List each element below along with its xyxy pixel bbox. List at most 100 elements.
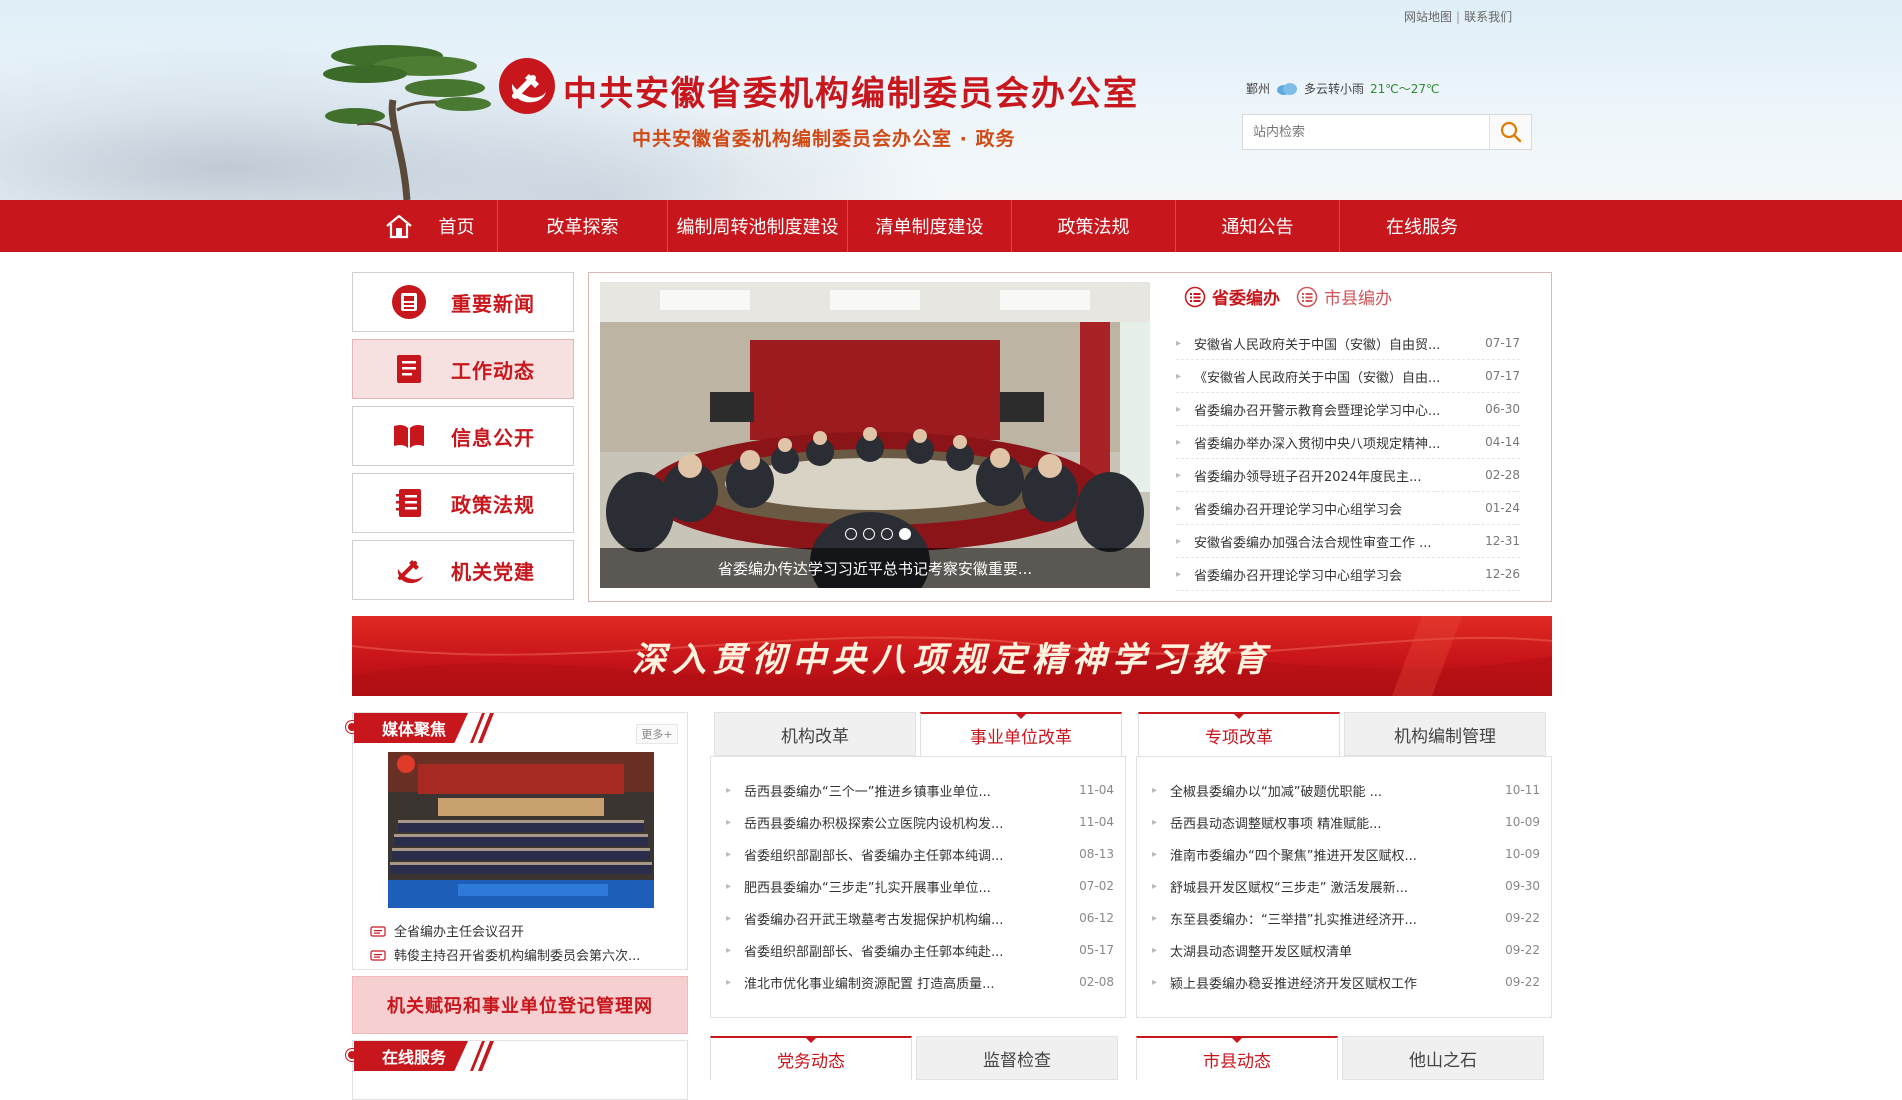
cat-important-news[interactable]: 重要新闻 (352, 272, 574, 332)
nav-staffing-pool[interactable]: 编制周转池制度建设 (668, 200, 848, 252)
bullet-icon: ▸ (1152, 816, 1158, 828)
tab-institutional-reform[interactable]: 机构改革 (714, 712, 916, 756)
tab-staffing-management[interactable]: 机构编制管理 (1344, 712, 1546, 756)
list-item[interactable]: ▸ 淮北市优化事业编制资源配置 打造高质量... 02-08 (726, 966, 1114, 998)
search-box (1242, 114, 1532, 150)
tab-supervision[interactable]: 监督检查 (916, 1036, 1118, 1080)
list-item[interactable]: ▸ 省委组织部副部长、省委编办主任郭本纯调... 08-13 (726, 838, 1114, 870)
news-title: 肥西县委编办“三步走”扎实开展事业单位... (744, 880, 991, 896)
news-title: 岳西县委编办积极探索公立医院内设机构发... (744, 816, 1004, 832)
news-title: 东至县委编办：“三举措”扎实推进经济开... (1170, 912, 1417, 928)
news-title: 太湖县动态调整开发区赋权清单 (1170, 944, 1353, 960)
party-affairs-panel-tabs: 党务动态 监督检查 (710, 1036, 1118, 1080)
news-date: 12-31 (1485, 534, 1520, 548)
list-item[interactable]: ▸ 岳西县动态调整赋权事项 精准赋能... 10-09 (1152, 806, 1540, 838)
bullet-icon: ▸ (1152, 880, 1158, 892)
media-item-title: 全省编办主任会议召开 (394, 925, 525, 940)
list-item[interactable]: ▸ 省委编办领导班子召开2024年度民主... 02-28 (1176, 459, 1520, 492)
news-title: 全椒县委编办以“加减”破题优职能 ... (1170, 784, 1382, 800)
news-date: 04-14 (1485, 435, 1520, 449)
list-item[interactable]: ▸ 省委编办召开理论学习中心组学习会 12-26 (1176, 558, 1520, 591)
tab-provincial-office[interactable]: 省委编办 (1184, 284, 1280, 309)
bullet-icon: ▸ (1152, 912, 1158, 924)
bullet-icon: ▸ (1176, 469, 1182, 481)
tab-label: 省委编办 (1212, 289, 1280, 309)
tab-public-institution-reform[interactable]: 事业单位改革 (920, 712, 1122, 756)
bullet-icon: ▸ (1176, 535, 1182, 547)
list-item[interactable]: ▸ 岳西县委编办积极探索公立医院内设机构发... 11-04 (726, 806, 1114, 838)
list-item[interactable]: ▸ 安徽省人民政府关于中国（安徽）自由贸... 07-17 (1176, 327, 1520, 360)
news-date: 07-17 (1485, 369, 1520, 383)
sitemap-link[interactable]: 网站地图 (1404, 10, 1452, 24)
slider-dot[interactable] (845, 528, 857, 540)
nav-online-service[interactable]: 在线服务 (1340, 200, 1504, 252)
news-date: 12-26 (1485, 567, 1520, 581)
search-input[interactable] (1243, 115, 1489, 149)
nav-notices[interactable]: 通知公告 (1176, 200, 1340, 252)
news-title: 省委编办召开警示教育会暨理论学习中心... (1194, 403, 1441, 419)
list-item[interactable]: ▸ 《安徽省人民政府关于中国（安徽）自由... 07-17 (1176, 360, 1520, 393)
list-item[interactable]: ▸ 肥西县委编办“三步走”扎实开展事业单位... 07-02 (726, 870, 1114, 902)
list-item[interactable]: ▸ 省委编办举办深入贯彻中央八项规定精神... 04-14 (1176, 426, 1520, 459)
list-item[interactable]: ▸ 太湖县动态调整开发区赋权清单 09-22 (1152, 934, 1540, 966)
tab-city-county-news[interactable]: 市县动态 (1136, 1036, 1338, 1080)
news-title: 安徽省委编办加强合法合规性审查工作 ... (1194, 535, 1432, 551)
list-item[interactable]: ▸ 安徽省委编办加强合法合规性审查工作 ... 12-31 (1176, 525, 1520, 558)
more-button[interactable]: 更多+ (636, 724, 678, 744)
slider-dot[interactable] (881, 528, 893, 540)
tab-other-experience[interactable]: 他山之石 (1342, 1036, 1544, 1080)
news-date: 06-30 (1485, 402, 1520, 416)
list-item[interactable]: ▸ 省委编办召开理论学习中心组学习会 01-24 (1176, 492, 1520, 525)
slider-caption[interactable]: 省委编办传达学习习近平总书记考察安徽重要... (600, 548, 1150, 588)
notebook-icon (396, 489, 421, 517)
tab-party-affairs[interactable]: 党务动态 (710, 1036, 912, 1080)
cat-work-updates[interactable]: 工作动态 (352, 339, 574, 399)
cloud-rain-icon (1277, 82, 1298, 95)
cat-policy-law[interactable]: 政策法规 (352, 473, 574, 533)
list-item[interactable]: ▸ 全椒县委编办以“加减”破题优职能 ... 10-11 (1152, 774, 1540, 806)
news-date: 02-08 (1079, 975, 1114, 989)
tab-city-county-office[interactable]: 市县编办 (1296, 284, 1392, 309)
media-thumbnail[interactable] (388, 752, 654, 908)
news-title: 岳西县委编办“三个一”推进乡镇事业单位... (744, 784, 991, 800)
slider-dot[interactable] (863, 528, 875, 540)
slider-dot-active[interactable] (899, 528, 911, 540)
news-title: 淮南市委编办“四个聚焦”推进开发区赋权... (1170, 848, 1417, 864)
list-item[interactable]: ▸ 省委编办召开武王墩墓考古发掘保护机构编... 06-12 (726, 902, 1114, 934)
media-focus-heading: 媒体聚焦 (354, 713, 495, 743)
weather-temp: 21℃～27℃ (1370, 82, 1440, 96)
document-list-icon (397, 355, 421, 383)
news-title: 省委组织部副部长、省委编办主任郭本纯调... (744, 848, 1004, 864)
open-book-icon (394, 424, 424, 448)
tab-special-reform[interactable]: 专项改革 (1138, 712, 1340, 756)
registration-portal-link[interactable]: 机关赋码和事业单位登记管理网 (352, 976, 688, 1034)
list-item[interactable]: ▸ 东至县委编办：“三举措”扎实推进经济开... 09-22 (1152, 902, 1540, 934)
search-button[interactable] (1489, 115, 1531, 149)
list-item[interactable]: ▸ 岳西县委编办“三个一”推进乡镇事业单位... 11-04 (726, 774, 1114, 806)
news-date: 06-12 (1079, 911, 1114, 925)
media-list-item[interactable]: 韩俊主持召开省委机构编制委员会第六次... (370, 945, 640, 964)
cat-party-building[interactable]: 机关党建 (352, 540, 574, 600)
photo-slider[interactable]: 省委编办传达学习习近平总书记考察安徽重要... (600, 282, 1150, 588)
contact-link[interactable]: 联系我们 (1464, 10, 1512, 24)
news-date: 01-24 (1485, 501, 1520, 515)
news-date: 10-11 (1505, 783, 1540, 797)
list-item[interactable]: ▸ 淮南市委编办“四个聚焦”推进开发区赋权... 10-09 (1152, 838, 1540, 870)
nav-reform-exploration[interactable]: 改革探索 (498, 200, 668, 252)
nav-list-system[interactable]: 清单制度建设 (848, 200, 1012, 252)
nav-policy-law[interactable]: 政策法规 (1012, 200, 1176, 252)
bullet-icon: ▸ (726, 848, 732, 860)
meeting-photo (600, 282, 1150, 588)
media-list-item[interactable]: 全省编办主任会议召开 (370, 921, 524, 940)
online-service-heading: 在线服务 (354, 1041, 495, 1071)
slider-dots (845, 528, 911, 540)
main-nav: 首页 改革探索 编制周转池制度建设 清单制度建设 政策法规 通知公告 在线服务 (0, 200, 1902, 252)
nav-home[interactable]: 首页 (362, 200, 498, 252)
list-item[interactable]: ▸ 颍上县委编办稳妥推进经济开发区赋权工作 09-22 (1152, 966, 1540, 998)
campaign-banner[interactable]: 深入贯彻中央八项规定精神学习教育 (352, 616, 1552, 696)
list-item[interactable]: ▸ 省委编办召开警示教育会暨理论学习中心... 06-30 (1176, 393, 1520, 426)
weather-condition: 多云转小雨 (1304, 82, 1365, 96)
cat-info-disclosure[interactable]: 信息公开 (352, 406, 574, 466)
list-item[interactable]: ▸ 省委组织部副部长、省委编办主任郭本纯赴... 05-17 (726, 934, 1114, 966)
list-item[interactable]: ▸ 舒城县开发区赋权“三步走” 激活发展新... 09-30 (1152, 870, 1540, 902)
